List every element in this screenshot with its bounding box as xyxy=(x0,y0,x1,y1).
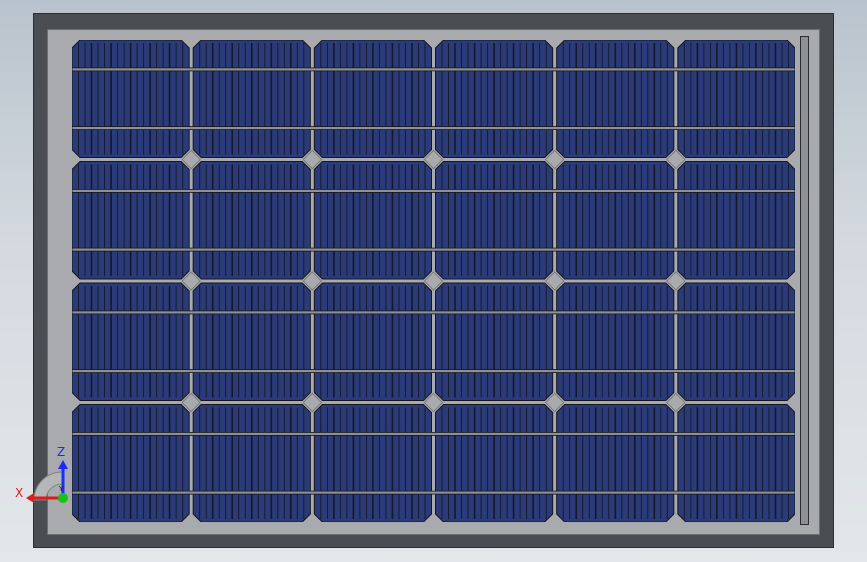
solar-cell[interactable] xyxy=(435,161,554,280)
busbar xyxy=(72,310,795,315)
y-axis-label: Y xyxy=(58,485,64,493)
solar-cell[interactable] xyxy=(313,161,432,280)
solar-cell[interactable] xyxy=(677,161,795,280)
solar-cell[interactable] xyxy=(192,161,311,280)
junction-rail[interactable] xyxy=(800,36,809,525)
solar-cell[interactable] xyxy=(192,40,311,158)
z-axis-label: Z xyxy=(57,445,65,459)
busbar xyxy=(72,126,795,130)
z-axis-arrow-icon xyxy=(58,460,68,469)
busbar xyxy=(72,369,795,374)
solar-cell[interactable] xyxy=(72,161,190,280)
busbar xyxy=(72,188,795,193)
solar-cell[interactable] xyxy=(677,282,795,401)
solar-cell[interactable] xyxy=(556,40,675,158)
solar-cell[interactable] xyxy=(556,404,675,523)
solar-cell[interactable] xyxy=(435,40,554,158)
solar-cell[interactable] xyxy=(677,404,795,523)
x-axis-label: X xyxy=(15,486,23,500)
solar-cell-array[interactable] xyxy=(72,40,795,522)
busbar xyxy=(72,67,795,72)
graphics-viewport[interactable]: X Z Y xyxy=(0,0,867,562)
busbar xyxy=(72,490,795,495)
solar-cell[interactable] xyxy=(435,282,554,401)
solar-cell[interactable] xyxy=(556,282,675,401)
solar-cell[interactable] xyxy=(313,40,432,158)
solar-cell[interactable] xyxy=(313,282,432,401)
solar-cell[interactable] xyxy=(435,404,554,523)
busbar xyxy=(72,431,795,436)
solar-cell[interactable] xyxy=(677,40,795,158)
solar-cell[interactable] xyxy=(72,404,190,523)
y-axis-dot-icon xyxy=(58,493,68,503)
solar-cell[interactable] xyxy=(72,40,190,158)
coordinate-triad[interactable]: X Z Y xyxy=(12,440,82,510)
solar-cell[interactable] xyxy=(192,404,311,523)
x-axis-arrow-icon xyxy=(26,493,34,503)
solar-cell[interactable] xyxy=(192,282,311,401)
solar-cell[interactable] xyxy=(556,161,675,280)
busbar xyxy=(72,247,795,252)
solar-cell[interactable] xyxy=(72,282,190,401)
triad-arc-icon xyxy=(33,471,63,501)
solar-cell[interactable] xyxy=(313,404,432,523)
